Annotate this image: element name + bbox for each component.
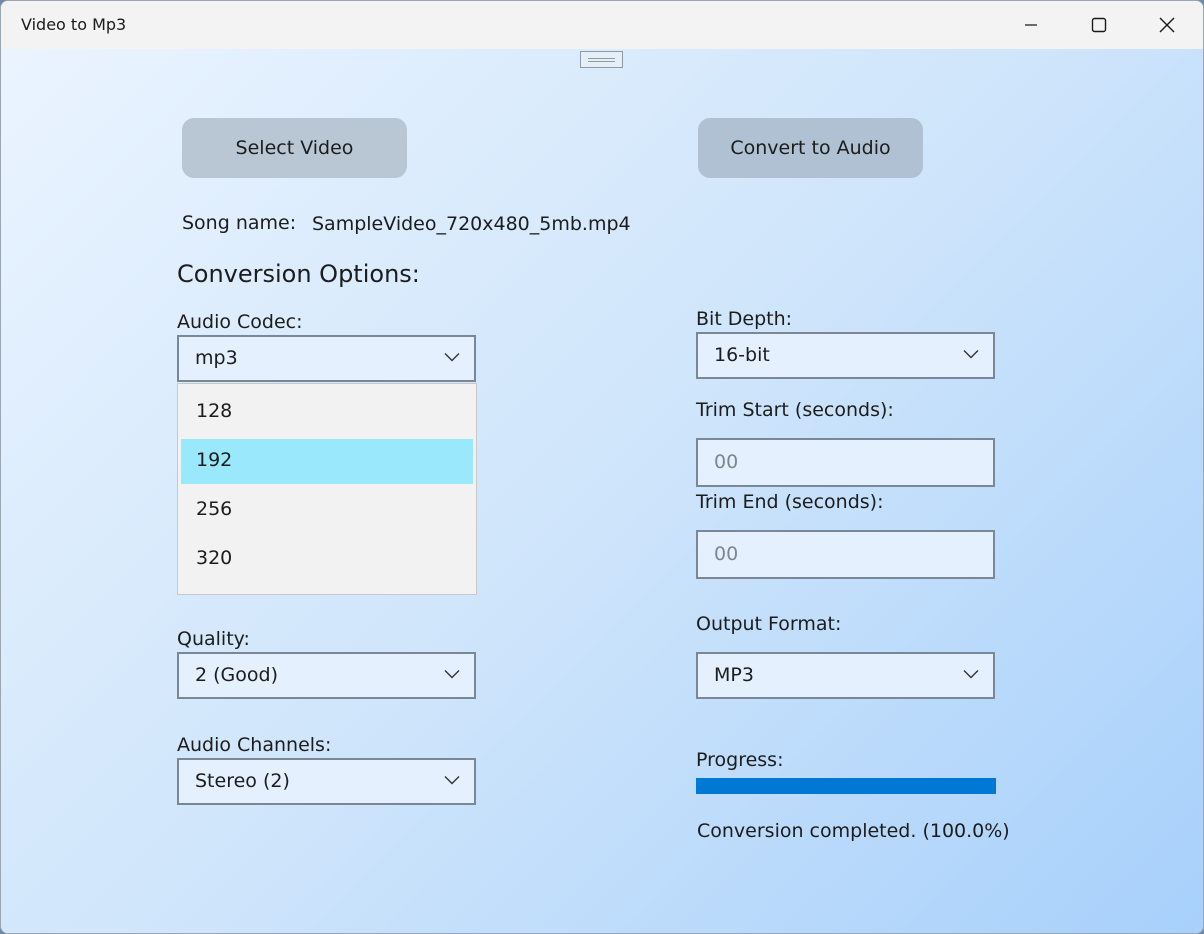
- conversion-options-heading: Conversion Options:: [177, 260, 420, 288]
- quality-label: Quality:: [177, 628, 250, 650]
- audio-codec-label: Audio Codec:: [177, 311, 303, 333]
- dropdown-item-320[interactable]: 320: [181, 537, 473, 582]
- chevron-down-icon: [963, 670, 979, 679]
- trim-end-placeholder: 00: [714, 543, 739, 565]
- audio-codec-value: mp3: [195, 347, 238, 369]
- dropdown-item-192[interactable]: 192: [181, 439, 473, 484]
- maximize-icon: [1091, 17, 1107, 33]
- app-window: Video to Mp3 Select Video Convert to Aud…: [0, 0, 1204, 934]
- progress-bar: [696, 778, 996, 794]
- output-format-select[interactable]: MP3: [696, 652, 995, 699]
- convert-to-audio-button[interactable]: Convert to Audio: [698, 118, 923, 178]
- trim-start-placeholder: 00: [714, 451, 739, 473]
- dropdown-item-label: 256: [196, 498, 233, 520]
- progress-bar-fill: [696, 778, 996, 794]
- dropdown-item-256[interactable]: 256: [181, 488, 473, 533]
- chevron-down-icon: [444, 670, 460, 679]
- audio-channels-value: Stereo (2): [195, 770, 290, 792]
- close-button[interactable]: [1133, 1, 1201, 49]
- audio-channels-select[interactable]: Stereo (2): [177, 758, 476, 805]
- maximize-button[interactable]: [1065, 1, 1133, 49]
- progress-label: Progress:: [696, 749, 784, 771]
- chevron-down-icon: [444, 353, 460, 362]
- dropdown-item-128[interactable]: 128: [181, 390, 473, 435]
- output-format-label: Output Format:: [696, 613, 842, 635]
- song-name-label: Song name:: [182, 212, 297, 234]
- dropdown-item-label: 192: [196, 449, 233, 471]
- bit-depth-select[interactable]: 16-bit: [696, 332, 995, 379]
- main-panel: Select Video Convert to Audio Song name:…: [1, 49, 1203, 933]
- trim-start-label: Trim Start (seconds):: [696, 399, 894, 421]
- trim-start-input[interactable]: 00: [696, 438, 995, 487]
- bit-depth-value: 16-bit: [714, 344, 770, 366]
- bitrate-dropdown-list: 128 192 256 320: [177, 383, 477, 595]
- bit-depth-label: Bit Depth:: [696, 308, 793, 330]
- dropdown-item-label: 320: [196, 547, 233, 569]
- window-title: Video to Mp3: [21, 15, 127, 34]
- chevron-down-icon: [963, 350, 979, 359]
- audio-codec-select[interactable]: mp3: [177, 335, 476, 382]
- trim-end-label: Trim End (seconds):: [696, 491, 884, 513]
- drag-handle[interactable]: [580, 51, 623, 68]
- chevron-down-icon: [444, 776, 460, 785]
- select-video-button[interactable]: Select Video: [182, 118, 407, 178]
- quality-select[interactable]: 2 (Good): [177, 652, 476, 699]
- dropdown-item-label: 128: [196, 400, 233, 422]
- quality-value: 2 (Good): [195, 664, 278, 686]
- status-text: Conversion completed. (100.0%): [697, 820, 1010, 842]
- title-bar[interactable]: Video to Mp3: [1, 1, 1203, 49]
- close-icon: [1159, 17, 1175, 33]
- trim-end-input[interactable]: 00: [696, 530, 995, 579]
- minimize-icon: [1025, 24, 1037, 26]
- audio-channels-label: Audio Channels:: [177, 734, 332, 756]
- song-name-value: SampleVideo_720x480_5mb.mp4: [312, 213, 631, 235]
- output-format-value: MP3: [714, 664, 754, 686]
- minimize-button[interactable]: [997, 1, 1065, 49]
